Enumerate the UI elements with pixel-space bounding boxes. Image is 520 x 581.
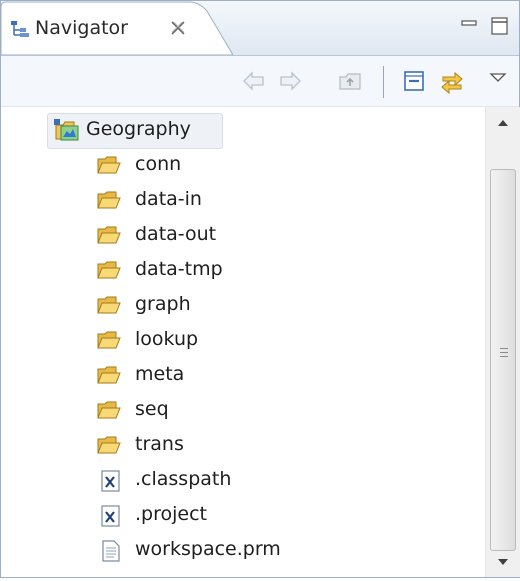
- resource-tree: conn data-in data-out data-tmp graph lookup me…: [1, 107, 485, 577]
- minimize-icon[interactable]: [459, 15, 481, 37]
- scroll-up-arrow-icon[interactable]: [486, 107, 520, 137]
- tree-item[interactable]: data-in: [1, 184, 485, 218]
- tree-item-label: .classpath: [135, 468, 232, 490]
- tree-item-label: data-tmp: [135, 258, 223, 280]
- grip-line: [500, 356, 508, 357]
- tree-item[interactable]: data-tmp: [1, 254, 485, 288]
- navigator-tree-icon: [11, 20, 31, 38]
- grip-line: [500, 348, 508, 349]
- xml-file-icon: [99, 505, 123, 527]
- tree-item-label: meta: [135, 363, 185, 385]
- tree-item-label: workspace.prm: [135, 538, 281, 560]
- view-tab-bar: Navigator: [1, 1, 519, 56]
- scrollbar-thumb[interactable]: [490, 169, 516, 551]
- text-file-icon: [99, 540, 123, 562]
- grip-line: [500, 352, 508, 353]
- forward-arrow-icon[interactable]: [277, 68, 303, 94]
- back-arrow-icon[interactable]: [241, 68, 267, 94]
- tab-label: Navigator: [35, 17, 128, 39]
- tree-item[interactable]: workspace.prm: [1, 534, 485, 568]
- tree-item[interactable]: .classpath: [1, 464, 485, 498]
- tree-item-label: data-in: [135, 188, 202, 210]
- tree-item-label: conn: [135, 153, 182, 175]
- tree-item[interactable]: lookup: [1, 324, 485, 358]
- folder-icon: [97, 225, 121, 247]
- project-folder-icon: [54, 119, 80, 143]
- tree-item-label: trans: [135, 433, 184, 455]
- tree-root-label: Geography: [86, 118, 191, 140]
- folder-icon: [97, 435, 121, 457]
- maximize-icon[interactable]: [489, 15, 511, 37]
- xml-file-icon: [99, 470, 123, 492]
- tree-item-label: data-out: [135, 223, 217, 245]
- view-menu-icon[interactable]: [485, 68, 511, 94]
- scroll-down-arrow-icon[interactable]: [486, 547, 520, 577]
- up-folder-icon[interactable]: [337, 68, 363, 94]
- tree-item-label: .project: [135, 503, 207, 525]
- tree-item[interactable]: meta: [1, 359, 485, 393]
- close-icon[interactable]: [169, 17, 187, 42]
- navigator-tab[interactable]: Navigator: [1, 1, 233, 55]
- tree-item-label: seq: [135, 398, 169, 420]
- folder-icon: [97, 190, 121, 212]
- tree-item-label: lookup: [135, 328, 199, 350]
- folder-icon: [97, 295, 121, 317]
- folder-icon: [97, 400, 121, 422]
- tree-item[interactable]: .project: [1, 499, 485, 533]
- tree-item[interactable]: trans: [1, 429, 485, 463]
- folder-icon: [97, 330, 121, 352]
- folder-icon: [97, 260, 121, 282]
- tree-item[interactable]: graph: [1, 289, 485, 323]
- toolbar-separator: [383, 66, 384, 98]
- folder-icon: [97, 155, 121, 177]
- tree-item[interactable]: data-out: [1, 219, 485, 253]
- view-toolbar: [1, 56, 519, 107]
- vertical-scrollbar[interactable]: [485, 107, 520, 577]
- navigator-view: Navigator conn data-in data-out data-tmp…: [0, 0, 520, 578]
- tree-root-item[interactable]: Geography: [47, 113, 223, 149]
- tree-item[interactable]: conn: [1, 149, 485, 183]
- tree-item[interactable]: seq: [1, 394, 485, 428]
- tree-item-label: graph: [135, 293, 191, 315]
- collapse-all-icon[interactable]: [401, 68, 427, 94]
- link-with-editor-icon[interactable]: [439, 68, 465, 95]
- folder-icon: [97, 365, 121, 387]
